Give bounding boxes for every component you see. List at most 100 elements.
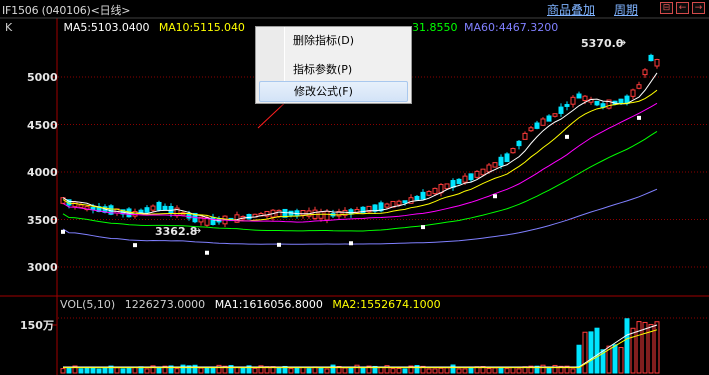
menu-item-delete-indicator[interactable]: 删除指标(D): [259, 30, 408, 51]
candle-body: [564, 104, 570, 107]
price-tick-3000: 3000: [27, 261, 58, 274]
context-menu: 删除指标(D) 指标参数(P) 修改公式(F): [255, 26, 412, 104]
menu-item-indicator-params[interactable]: 指标参数(P): [259, 59, 408, 80]
candle-body: [414, 195, 420, 201]
ma-marker: [349, 241, 353, 246]
volume-bar: [582, 331, 588, 374]
low-arrow-icon: →: [192, 224, 202, 237]
volume-bar: [114, 367, 120, 374]
volume-bar: [504, 368, 510, 374]
candle-body: [72, 201, 78, 208]
volume-bar: [330, 364, 336, 374]
candle-body: [474, 170, 480, 178]
candle-body: [594, 100, 600, 106]
candle-body: [324, 210, 330, 221]
candle-body: [300, 209, 306, 216]
candle-body: [150, 205, 156, 211]
candle-body: [132, 211, 138, 217]
candle-body: [636, 84, 642, 89]
candle-body: [522, 132, 528, 140]
high-arrow-icon: →: [617, 36, 627, 49]
ma-marker: [277, 242, 281, 247]
ma5-value: MA5:5103.0400: [63, 21, 150, 34]
candle-body: [210, 216, 216, 226]
volume-bar: [288, 368, 294, 374]
volume-bar: [576, 344, 582, 374]
title-bar: IF1506 (040106)<日线> 商品叠加 周期 ⊟ ← →: [0, 0, 709, 18]
volume-bar: [276, 367, 282, 374]
volume-bar: [90, 367, 96, 374]
candle-body: [276, 209, 282, 218]
volume-bar: [378, 366, 384, 374]
arrow-right-icon[interactable]: →: [692, 2, 705, 14]
period-link[interactable]: 周期: [614, 1, 638, 18]
collapse-icon[interactable]: ⊟: [660, 2, 673, 14]
volume-bar: [594, 327, 600, 374]
volume-bar: [450, 364, 456, 374]
volume-bar: [642, 321, 648, 374]
volume-bar: [540, 364, 546, 374]
ma10-line: [62, 89, 658, 222]
candle-body: [582, 95, 588, 102]
ma-legend: K MA5:5103.0400 MA10:5115.040: [5, 21, 251, 34]
price-tick-3500: 3500: [27, 214, 58, 227]
candle-body: [444, 183, 450, 190]
price-tick-4000: 4000: [27, 166, 58, 179]
candle-body: [402, 200, 408, 204]
volume-bar: [60, 368, 66, 374]
candle-body: [462, 175, 468, 183]
ma-marker: [133, 243, 137, 248]
candle-body: [246, 214, 252, 220]
volume-bar: [516, 368, 522, 374]
candle-body: [510, 148, 516, 154]
candle-body: [504, 153, 510, 163]
volume-bar: [444, 367, 450, 374]
candle-body: [648, 54, 654, 62]
volume-bar: [198, 367, 204, 374]
price-tick-5000: 5000: [27, 71, 58, 84]
candle-body: [540, 118, 546, 126]
volume-bar: [342, 367, 348, 374]
candle-body: [144, 207, 150, 213]
candle-body: [570, 96, 576, 105]
volume-bar: [84, 366, 90, 374]
overlay-commodity-link[interactable]: 商品叠加: [547, 1, 595, 18]
volume-bar: [546, 367, 552, 374]
candle-body: [450, 180, 456, 188]
candle-body: [432, 187, 438, 195]
volume-bar: [318, 367, 324, 374]
volume-ma1-line: [63, 324, 658, 368]
volume-legend: VOL(5,10) 1226273.0000 MA1:1616056.8000 …: [60, 298, 447, 311]
candle-body: [78, 204, 84, 208]
volume-bar: [612, 344, 618, 374]
ma-marker: [637, 115, 641, 120]
candle-body: [156, 201, 162, 211]
ma-marker: [565, 134, 569, 139]
arrow-left-icon[interactable]: ←: [676, 2, 689, 14]
vol-value: 1226273.0000: [124, 298, 206, 311]
candle-body: [348, 209, 354, 215]
k-label: K: [5, 21, 13, 34]
candle-body: [618, 98, 624, 104]
volume-axis-label: 150万: [20, 319, 54, 332]
volume-bar: [618, 347, 624, 374]
menu-item-edit-formula[interactable]: 修改公式(F): [259, 81, 408, 102]
ma10-value: MA10:5115.040: [158, 21, 245, 34]
volume-bar: [654, 321, 660, 374]
candle-body: [552, 113, 558, 117]
volume-bar: [456, 368, 462, 374]
volume-bar: [174, 368, 180, 374]
candle-body: [534, 122, 540, 129]
candle-body: [558, 106, 564, 114]
volume-bar: [588, 331, 594, 374]
volume-bar: [144, 368, 150, 374]
volume-bar: [240, 366, 246, 374]
candle-body: [426, 190, 432, 196]
candle-body: [396, 200, 402, 206]
candle-body: [384, 203, 390, 208]
volume-bar: [396, 367, 402, 374]
ma-marker: [61, 229, 65, 234]
volume-bar: [120, 368, 126, 374]
candle-body: [546, 115, 552, 122]
volume-bar: [360, 367, 366, 374]
